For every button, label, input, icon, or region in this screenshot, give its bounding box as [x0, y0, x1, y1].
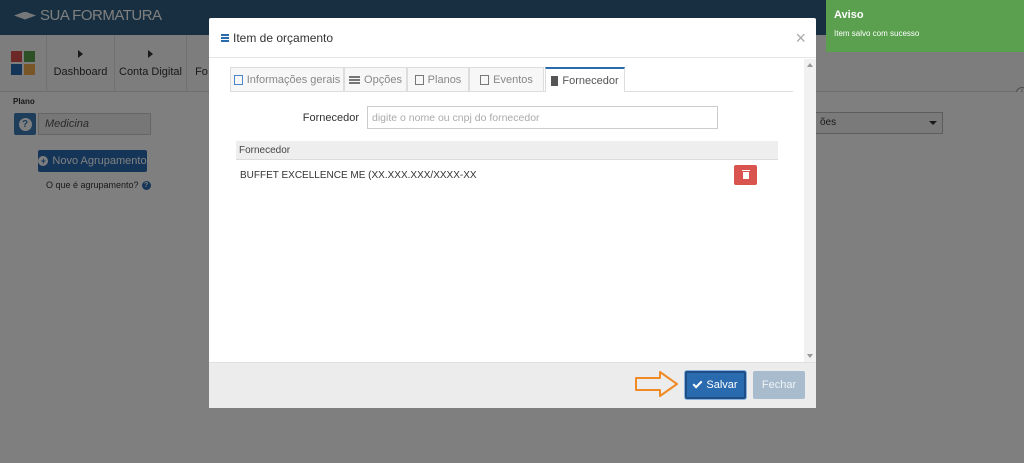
list-icon: [221, 33, 229, 42]
fornecedor-name: BUFFET EXCELLENCE ME (XX.XXX.XXX/XXXX-XX: [240, 169, 477, 181]
budget-item-modal: Item de orçamento × Informações gerais O…: [209, 18, 816, 408]
trash-icon: [741, 169, 750, 179]
calendar-icon: [480, 74, 490, 85]
save-button[interactable]: Salvar: [685, 371, 746, 399]
scroll-down-icon[interactable]: [807, 354, 813, 358]
fornecedor-search-input[interactable]: [367, 106, 718, 129]
tab-label: Informações gerais: [246, 73, 341, 86]
modal-body: Informações gerais Opções Planos Eventos…: [209, 59, 816, 362]
fornecedor-label: Fornecedor: [302, 112, 359, 124]
scrollbar[interactable]: [804, 59, 816, 362]
tab-label: Fornecedor: [562, 74, 619, 87]
document-icon: [233, 74, 243, 85]
close-button[interactable]: Fechar: [753, 371, 805, 399]
tab-label: Eventos: [493, 73, 533, 86]
table-icon: [414, 74, 424, 85]
save-label: Salvar: [706, 379, 738, 391]
delete-button[interactable]: [734, 165, 757, 185]
list-icon: [349, 75, 361, 84]
close-icon[interactable]: ×: [795, 29, 806, 47]
success-toast[interactable]: Aviso Item salvo com sucesso: [826, 0, 1024, 52]
modal-header: Item de orçamento ×: [209, 18, 816, 58]
tab-opcoes[interactable]: Opções: [344, 67, 407, 91]
table-row: BUFFET EXCELLENCE ME (XX.XXX.XXX/XXXX-XX: [236, 160, 778, 190]
check-icon: [692, 378, 703, 389]
scroll-up-icon[interactable]: [807, 63, 813, 67]
arrow-right-icon: [635, 371, 678, 397]
tab-label: Opções: [364, 73, 402, 86]
close-label: Fechar: [761, 379, 797, 391]
table-header: Fornecedor: [236, 141, 778, 160]
tab-eventos[interactable]: Eventos: [469, 67, 544, 91]
toast-message: Item salvo com sucesso: [834, 29, 920, 38]
tab-informacoes-gerais[interactable]: Informações gerais: [230, 67, 344, 91]
tab-planos[interactable]: Planos: [407, 67, 469, 91]
modal-tabs: Informações gerais Opções Planos Eventos…: [230, 67, 793, 92]
fornecedor-table: Fornecedor BUFFET EXCELLENCE ME (XX.XXX.…: [236, 141, 778, 190]
fornecedor-form-row: Fornecedor: [209, 106, 804, 130]
tab-fornecedor[interactable]: Fornecedor: [545, 67, 625, 92]
building-icon: [551, 75, 559, 86]
toast-title: Aviso: [834, 9, 864, 21]
tab-label: Planos: [427, 73, 462, 86]
modal-title: Item de orçamento: [233, 30, 334, 45]
modal-footer: Salvar Fechar: [209, 362, 816, 408]
